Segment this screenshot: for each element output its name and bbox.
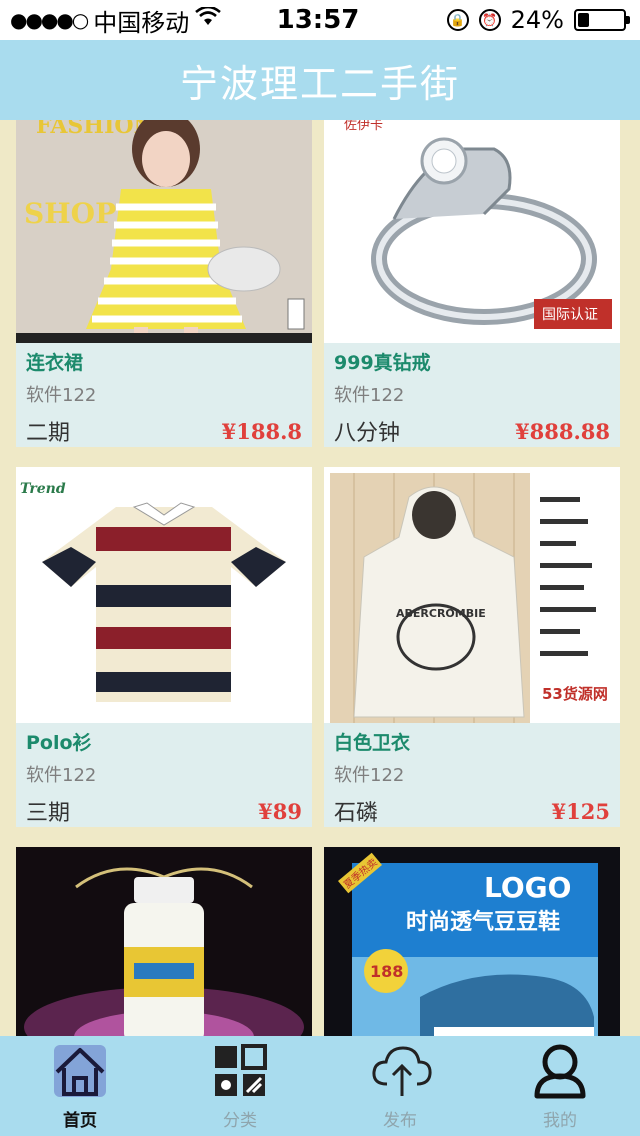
tab-home-label: 首页 (63, 1111, 97, 1131)
status-time: 13:57 (276, 5, 360, 35)
seller-location: 三期 (26, 801, 71, 826)
page-title: 宁波理工二手街 (179, 61, 460, 106)
tab-category[interactable]: 分类 (160, 1036, 320, 1136)
product-card-ring[interactable]: 佐伊卡 国际认证 999真钻戒 软件122 八分钟 ¥888.88 (324, 120, 620, 447)
tab-bar: 首页 分类 发布 我的 (0, 1036, 640, 1136)
tab-profile-label: 我的 (543, 1111, 577, 1131)
shoes-title-text: 时尚透气豆豆鞋 (406, 909, 560, 935)
seller-class: 软件122 (26, 765, 97, 786)
ring-badge-text: 国际认证 (542, 307, 598, 323)
home-icon[interactable] (51, 1042, 109, 1100)
status-bar: ●●●●○ 中国移动 13:57 🔒 ⏰ 24% (0, 0, 640, 40)
battery-percent: 24% (510, 6, 564, 34)
product-image-shoes[interactable]: LOGO 时尚透气豆豆鞋 夏季热卖 188 (324, 847, 620, 1036)
product-card-serum[interactable] (16, 847, 312, 1036)
orientation-lock-icon: 🔒 (446, 9, 469, 31)
tab-home[interactable]: 首页 (0, 1036, 160, 1136)
dress-shop-text: SHOP (24, 197, 116, 230)
product-name: Polo衫 (26, 732, 92, 754)
upload-cloud-icon[interactable] (371, 1042, 432, 1100)
product-image-polo[interactable]: Trend (16, 467, 312, 723)
category-icon[interactable] (211, 1042, 269, 1100)
battery-icon (573, 9, 630, 31)
product-card-shoes[interactable]: LOGO 时尚透气豆豆鞋 夏季热卖 188 (324, 847, 620, 1036)
tab-publish[interactable]: 发布 (320, 1036, 480, 1136)
product-card-dress[interactable]: FASHION SHOP 连衣裙 软件122 二期 ¥188.8 (16, 120, 312, 447)
tab-profile[interactable]: 我的 (480, 1036, 640, 1136)
product-name: 连衣裙 (26, 352, 84, 374)
seller-location: 八分钟 (334, 421, 401, 446)
ring-brand-text: 佐伊卡 (344, 120, 383, 133)
seller-location: 石磷 (334, 801, 379, 826)
product-price: ¥125 (551, 798, 610, 824)
seller-class: 软件122 (334, 385, 405, 406)
seller-class: 软件122 (26, 385, 97, 406)
product-name: 白色卫衣 (334, 732, 411, 754)
signal-strength-icon: ●●●●○ (10, 8, 89, 32)
product-price: ¥888.88 (515, 418, 610, 444)
product-image-hoodie[interactable]: ABERCROMBIE 53货源网 (324, 467, 620, 723)
app-header: 宁波理工二手街 (0, 40, 640, 120)
seller-location: 二期 (26, 421, 71, 446)
wifi-icon (195, 5, 222, 33)
product-image-ring[interactable]: 佐伊卡 国际认证 (324, 120, 620, 343)
product-price: ¥89 (258, 798, 302, 824)
product-price: ¥188.8 (221, 418, 302, 444)
tab-publish-label: 发布 (383, 1111, 417, 1131)
product-feed[interactable]: FASHION SHOP 连衣裙 软件122 二期 ¥188.8 佐伊卡 国际认… (0, 120, 640, 1036)
product-image-serum[interactable] (16, 847, 312, 1036)
product-name: 999真钻戒 (334, 352, 431, 374)
alarm-icon: ⏰ (478, 9, 501, 31)
shoes-price-tag: 188 (370, 962, 403, 981)
polo-brand-text: Trend (20, 481, 66, 497)
product-card-polo[interactable]: Trend Polo衫 软件122 三期 ¥89 (16, 467, 312, 827)
battery-level-fill (577, 13, 589, 27)
tab-category-label: 分类 (223, 1111, 257, 1131)
seller-class: 软件122 (334, 765, 405, 786)
hoodie-brand-text: 53货源网 (542, 685, 608, 703)
user-icon[interactable] (531, 1042, 589, 1100)
shoes-logo-text: LOGO (484, 871, 571, 904)
carrier-name: 中国移动 (93, 8, 190, 37)
product-image-dress[interactable]: FASHION SHOP (16, 120, 312, 343)
product-card-hoodie[interactable]: ABERCROMBIE 53货源网 白色卫衣 软件122 石磷 ¥125 (324, 467, 620, 827)
product-grid: FASHION SHOP 连衣裙 软件122 二期 ¥188.8 佐伊卡 国际认… (16, 120, 620, 1036)
svg-text:ABERCROMBIE: ABERCROMBIE (396, 607, 486, 620)
